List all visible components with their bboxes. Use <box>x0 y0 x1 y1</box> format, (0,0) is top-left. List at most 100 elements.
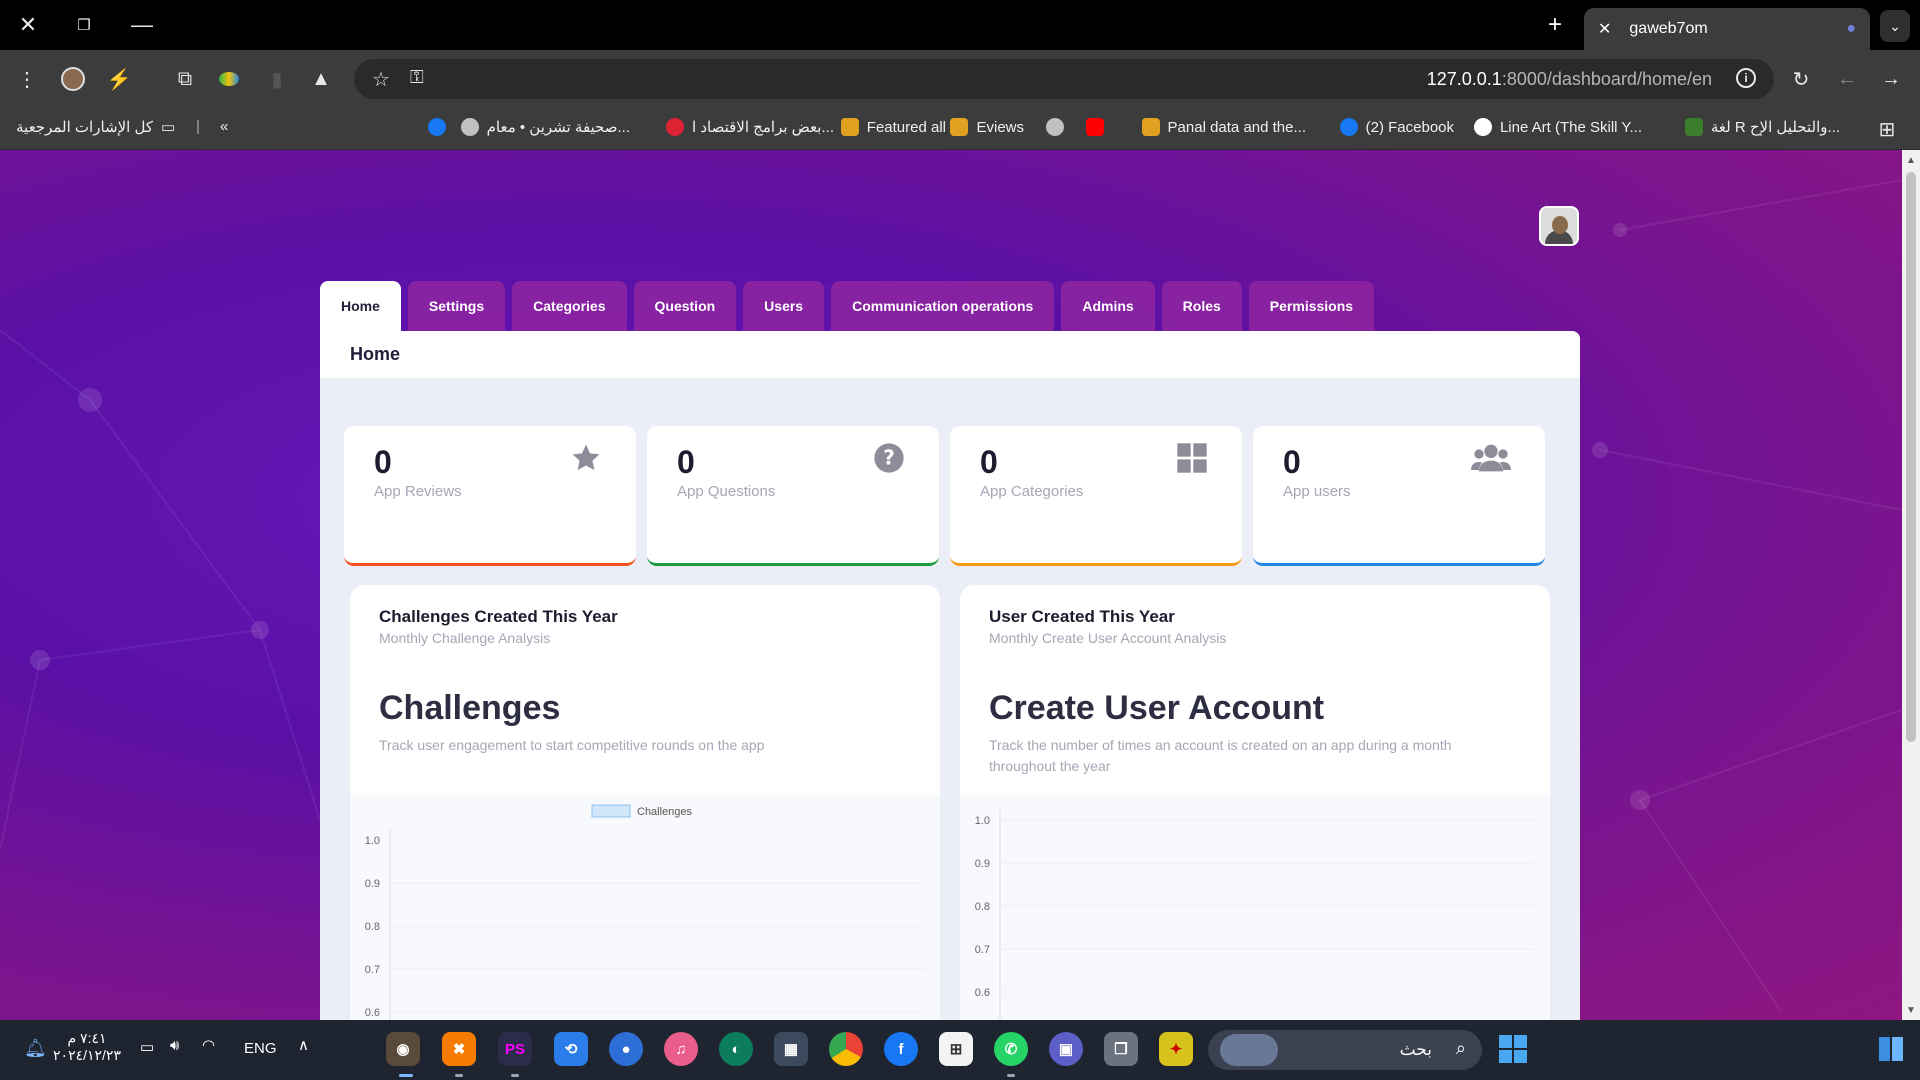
url-text[interactable]: 127.0.0.1:8000/dashboard/home/en <box>1427 69 1712 90</box>
teams-chat-icon[interactable]: ▣ <box>1049 1032 1083 1066</box>
whatsapp-icon[interactable]: ✆ <box>994 1032 1028 1066</box>
battery-icon[interactable]: ▭ <box>140 1038 154 1056</box>
browser-titlebar: ✕ ❐ — + ✕ gaweb7om ● ⌄ <box>0 0 1920 50</box>
bookmark-item[interactable]: بعض برامج الاقتصاد ا... <box>666 118 834 136</box>
profile-avatar-icon[interactable] <box>58 64 88 94</box>
chrome-profile-app-icon[interactable]: ◉ <box>386 1032 420 1066</box>
stat-label: App users <box>1283 483 1351 500</box>
challenges-chart: 1.0 0.9 0.8 0.7 0.6 Challenges <box>350 795 940 1020</box>
performance-icon[interactable]: ⚡ <box>104 64 134 94</box>
microsoft-store-icon[interactable]: ⊞ <box>939 1032 973 1066</box>
calculator-icon[interactable]: ▦ <box>774 1032 808 1066</box>
site-info-icon[interactable]: i <box>1736 68 1756 88</box>
active-app-indicator <box>399 1074 413 1077</box>
y-tick-label: 0.7 <box>365 964 380 976</box>
bookmark-item[interactable] <box>428 118 446 136</box>
browser-app-icon[interactable]: ● <box>609 1032 643 1066</box>
scrollbar-thumb[interactable] <box>1906 172 1916 742</box>
stat-label: App Questions <box>677 483 776 500</box>
tab-search-button[interactable]: ⌄ <box>1880 10 1910 42</box>
tab-users[interactable]: Users <box>743 281 825 331</box>
stat-card-app-reviews: 0 App Reviews <box>344 426 636 566</box>
itunes-icon[interactable]: ♫ <box>664 1032 698 1066</box>
edge-icon[interactable]: ◐ <box>719 1032 753 1066</box>
card-description: Track the number of times an account is … <box>989 737 1452 774</box>
apps-grid-icon[interactable]: ⊞ <box>1872 114 1902 144</box>
tab-home[interactable]: Home <box>320 281 401 331</box>
bookmark-item[interactable]: Eviews <box>950 118 1024 136</box>
extensions-icon[interactable]: ⧉ <box>170 64 200 94</box>
bookmark-star-icon[interactable]: ☆ <box>372 67 390 92</box>
search-highlight-image <box>1220 1034 1278 1066</box>
wifi-icon[interactable]: ◠ <box>202 1036 215 1054</box>
extension-mountain-icon[interactable]: ▲ <box>306 64 336 94</box>
menu-dots-icon[interactable]: ⋮ <box>12 64 42 94</box>
stat-card-app-categories: 0 App Categories <box>950 426 1242 566</box>
scroll-down-icon[interactable]: ▼ <box>1902 1002 1920 1018</box>
close-tab-icon[interactable]: ✕ <box>1598 19 1611 39</box>
widgets-icon[interactable] <box>1874 1032 1908 1066</box>
page-scrollbar[interactable]: ▲ ▼ <box>1902 150 1920 1020</box>
password-key-icon[interactable]: ⚿ <box>410 67 424 88</box>
search-icon: ⌕ <box>1455 1038 1466 1058</box>
forward-icon[interactable]: → <box>1876 64 1906 94</box>
bookmark-item[interactable] <box>1086 118 1104 136</box>
taskbar-search[interactable]: بحث ⌕ <box>1208 1030 1482 1070</box>
extension-colorful-icon[interactable] <box>214 64 244 94</box>
scroll-up-icon[interactable]: ▲ <box>1902 152 1920 168</box>
chrome-icon[interactable] <box>829 1032 863 1066</box>
extension-disabled-icon[interactable]: ▮ <box>262 64 292 94</box>
svg-text:?: ? <box>883 446 895 470</box>
bookmark-item[interactable]: Line Art (The Skill Y... <box>1473 118 1642 136</box>
bookmark-item[interactable]: صحيفة تشرين • معام... <box>460 118 630 136</box>
card-subtitle: Monthly Create User Account Analysis <box>989 630 1227 646</box>
more-bookmarks-icon[interactable]: « <box>220 118 228 135</box>
y-tick-label: 0.8 <box>365 921 380 933</box>
tab-admins[interactable]: Admins <box>1061 281 1155 331</box>
bookmark-item[interactable]: Featured all <box>840 118 946 136</box>
browser-tab-active[interactable]: ✕ gaweb7om ● <box>1584 8 1870 50</box>
tab-settings[interactable]: Settings <box>407 281 506 331</box>
phpstorm-icon[interactable]: PS <box>498 1032 532 1066</box>
language-indicator[interactable]: ENG <box>244 1040 277 1057</box>
tab-categories[interactable]: Categories <box>512 281 627 331</box>
reload-icon[interactable]: ↻ <box>1786 64 1816 94</box>
tab-question[interactable]: Question <box>633 281 737 331</box>
users-chart: 1.0 0.9 0.8 0.7 0.6 <box>960 795 1550 1020</box>
start-button[interactable] <box>1496 1032 1530 1066</box>
clock[interactable]: ٧:٤١ م ٢٠٢٤/١٢/٢٣ <box>52 1030 122 1064</box>
new-tab-button[interactable]: + <box>1540 10 1570 40</box>
panel-title: Home <box>320 331 1580 378</box>
notification-bell-icon[interactable]: 🔔︎ <box>24 1038 47 1059</box>
restore-window-icon[interactable]: ❐ <box>64 8 104 42</box>
volume-icon[interactable]: 🔊︎ <box>170 1037 179 1054</box>
card-subtitle: Monthly Challenge Analysis <box>379 630 551 646</box>
clock-time: ٧:٤١ م <box>67 1030 107 1046</box>
close-window-icon[interactable]: ✕ <box>8 8 48 42</box>
bookmark-item[interactable]: (2) Facebook <box>1339 118 1454 136</box>
show-hidden-icons[interactable]: ∧ <box>298 1036 309 1054</box>
facebook-icon[interactable]: f <box>884 1032 918 1066</box>
xampp-icon[interactable]: ✖ <box>442 1032 476 1066</box>
address-bar[interactable]: ☆ ⚿ 127.0.0.1:8000/dashboard/home/en i <box>354 59 1774 99</box>
clock-date: ٢٠٢٤/١٢/٢٣ <box>53 1047 121 1063</box>
legend-swatch <box>591 804 631 818</box>
tab-profile-icon: ● <box>1846 20 1856 37</box>
users-chart-svg: 1.0 0.9 0.8 0.7 0.6 <box>975 810 1535 1020</box>
running-app-indicator <box>511 1074 519 1077</box>
card-heading: Challenges <box>379 689 561 727</box>
copilot-icon[interactable]: ✦ <box>1159 1032 1193 1066</box>
user-avatar[interactable] <box>1539 206 1579 246</box>
share-app-icon[interactable]: ⟲ <box>554 1032 588 1066</box>
all-bookmarks-button[interactable]: كل الإشارات المرجعية ▭ <box>16 118 175 136</box>
bookmark-item[interactable] <box>1046 118 1064 136</box>
bookmark-item[interactable]: لغة R والتحليل الإح... <box>1684 118 1840 136</box>
back-icon[interactable]: ← <box>1832 64 1862 94</box>
tab-title: gaweb7om <box>1629 20 1708 37</box>
minimize-window-icon[interactable]: — <box>122 8 162 42</box>
tab-permissions[interactable]: Permissions <box>1248 281 1375 331</box>
tab-roles[interactable]: Roles <box>1161 281 1242 331</box>
bookmark-item[interactable]: Panal data and the... <box>1141 118 1306 136</box>
tab-communication-operations[interactable]: Communication operations <box>831 281 1055 331</box>
task-view-icon[interactable]: ❐ <box>1104 1032 1138 1066</box>
